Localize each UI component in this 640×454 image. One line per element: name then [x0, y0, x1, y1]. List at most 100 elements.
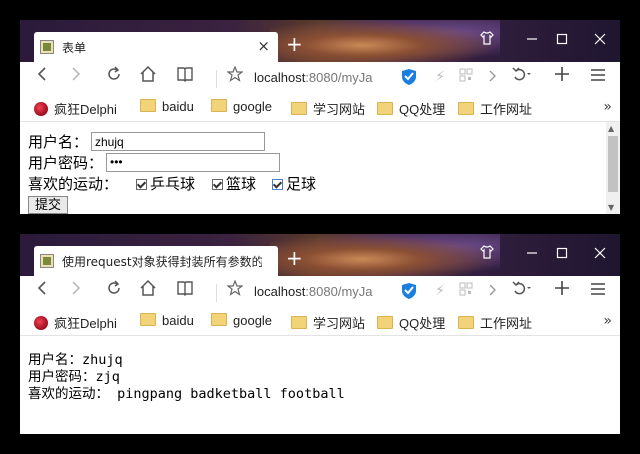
scroll-up-icon[interactable]: ▲ — [608, 124, 614, 133]
password-input[interactable]: ••• — [106, 153, 280, 172]
close-window-icon[interactable] — [588, 29, 612, 51]
chevron-right-icon[interactable] — [480, 279, 504, 303]
back-icon[interactable] — [30, 279, 54, 303]
forward-icon[interactable] — [64, 279, 88, 303]
folder-icon — [458, 102, 474, 115]
scroll-down-icon[interactable]: ▼ — [608, 203, 614, 212]
add-icon[interactable] — [550, 65, 574, 89]
add-icon[interactable] — [550, 279, 574, 303]
sport-label: 足球 — [286, 175, 317, 193]
bookmark-item[interactable]: baidu — [140, 313, 194, 328]
close-tab-icon[interactable]: × — [257, 37, 270, 55]
bookmark-item[interactable]: 学习网站 — [291, 313, 365, 332]
shirt-theme-icon[interactable] — [475, 29, 499, 51]
back-icon[interactable] — [30, 65, 54, 89]
forward-icon[interactable] — [64, 65, 88, 89]
more-bookmarks-icon[interactable]: » — [603, 99, 612, 115]
page-favicon-icon — [40, 40, 54, 54]
lightning-icon[interactable]: ⚡ — [428, 65, 452, 89]
maximize-icon[interactable] — [550, 29, 574, 51]
bookmark-item[interactable]: 工作网址 — [458, 99, 532, 118]
folder-icon — [458, 316, 474, 329]
reader-book-icon[interactable] — [173, 65, 197, 89]
bookmark-item[interactable]: 疯狂Delphi — [34, 99, 117, 118]
folder-icon — [291, 102, 307, 115]
sport-option[interactable]: 乒乓球 — [136, 173, 195, 194]
bookmark-label: google — [233, 313, 273, 328]
new-tab-icon[interactable]: + — [286, 248, 303, 268]
toolbar-divider — [216, 284, 217, 302]
address-bar[interactable]: localhost:8080/myJa — [254, 284, 373, 299]
bookmark-item[interactable]: baidu — [140, 99, 194, 114]
browser-window-form: 表单 × + localhost:8080/myJa ⚡ 疯狂Delphi ba… — [20, 20, 620, 214]
bookmark-item[interactable]: google — [211, 313, 272, 328]
bookmark-label: 疯狂Delphi — [54, 316, 117, 331]
folder-icon — [140, 99, 156, 112]
theme-artwork — [270, 234, 500, 276]
url-host: localhost — [254, 284, 306, 299]
more-bookmarks-icon[interactable]: » — [603, 313, 612, 329]
qr-code-icon[interactable] — [454, 279, 478, 303]
bookmark-item[interactable]: 疯狂Delphi — [34, 313, 117, 332]
home-icon[interactable] — [136, 65, 160, 89]
address-bar[interactable]: localhost:8080/myJa — [254, 70, 373, 85]
menu-icon[interactable] — [586, 279, 610, 303]
submit-button[interactable]: 提交 — [28, 196, 69, 214]
page-favicon-icon — [40, 254, 54, 268]
basketball-checkbox[interactable] — [212, 179, 223, 190]
football-checkbox[interactable] — [272, 179, 283, 190]
password-label: 用户密码： — [28, 154, 104, 172]
new-tab-icon[interactable]: + — [286, 34, 303, 54]
lightning-icon[interactable]: ⚡ — [428, 279, 452, 303]
home-icon[interactable] — [136, 279, 160, 303]
active-tab[interactable]: 使用request对象获得封装所有参数的 — [34, 246, 278, 276]
vertical-scrollbar[interactable]: ▲ ▼ — [606, 122, 620, 214]
shield-icon[interactable] — [401, 68, 417, 86]
folder-icon — [377, 316, 393, 329]
bookmark-label: baidu — [162, 313, 194, 328]
bookmark-item[interactable]: 学习网站 — [291, 99, 365, 118]
undo-dropdown-icon[interactable] — [510, 65, 534, 89]
reader-book-icon[interactable] — [173, 279, 197, 303]
reload-icon[interactable] — [102, 279, 126, 303]
sport-option[interactable]: 篮球 — [212, 173, 256, 194]
bookmark-label: 学习网站 — [313, 316, 366, 331]
bookmark-item[interactable]: google — [211, 99, 272, 114]
bookmark-label: QQ处理 — [399, 102, 446, 117]
username-label: 用户名： — [28, 133, 89, 151]
minimize-icon[interactable] — [520, 243, 544, 265]
folder-icon — [377, 102, 393, 115]
bookmark-item[interactable]: QQ处理 — [377, 99, 445, 118]
shirt-theme-icon[interactable] — [475, 243, 499, 265]
bookmark-label: 工作网址 — [480, 316, 533, 331]
menu-icon[interactable] — [586, 65, 610, 89]
star-bookmark-icon[interactable] — [223, 65, 247, 89]
sport-option[interactable]: 足球 — [272, 173, 316, 194]
nav-toolbar: localhost:8080/myJa ⚡ — [20, 276, 620, 308]
chevron-right-icon[interactable] — [480, 65, 504, 89]
qr-code-icon[interactable] — [454, 65, 478, 89]
bookmark-item[interactable]: 工作网址 — [458, 313, 532, 332]
maximize-icon[interactable] — [550, 243, 574, 265]
bookmarks-bar: 疯狂Delphi baidu google 学习网站 QQ处理 工作网址 » — [20, 308, 620, 336]
toolbar-divider — [216, 70, 217, 88]
minimize-icon[interactable] — [520, 29, 544, 51]
folder-icon — [211, 99, 227, 112]
bookmark-label: 学习网站 — [313, 102, 366, 117]
star-bookmark-icon[interactable] — [223, 279, 247, 303]
folder-icon — [140, 313, 156, 326]
username-input[interactable] — [91, 132, 265, 151]
active-tab[interactable]: 表单 × — [34, 32, 278, 62]
pingpong-checkbox[interactable] — [136, 179, 147, 190]
url-path: :8080/myJa — [305, 284, 373, 299]
reload-icon[interactable] — [102, 65, 126, 89]
shield-icon[interactable] — [401, 282, 417, 300]
bookmark-label: 疯狂Delphi — [54, 102, 117, 117]
close-window-icon[interactable] — [588, 243, 612, 265]
delphi-icon — [34, 102, 48, 116]
undo-dropdown-icon[interactable] — [510, 279, 534, 303]
sport-label: 篮球 — [226, 175, 257, 193]
bookmark-item[interactable]: QQ处理 — [377, 313, 445, 332]
sport-label: 乒乓球 — [150, 175, 196, 193]
scrollbar-thumb[interactable] — [608, 136, 618, 192]
